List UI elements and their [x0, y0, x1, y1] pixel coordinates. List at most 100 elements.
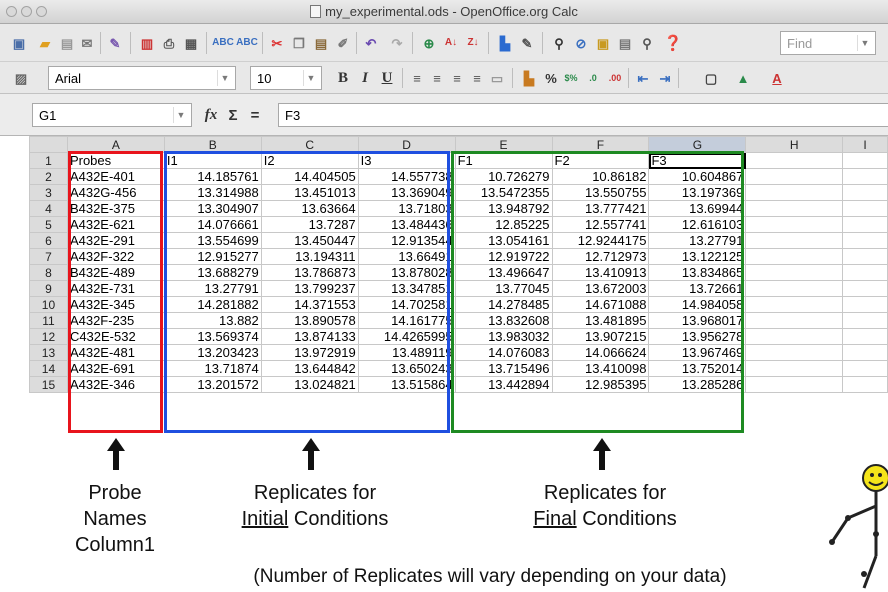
edit-file-icon[interactable]: ✎	[106, 34, 124, 52]
table-cell[interactable]: 13.197369	[648, 184, 747, 201]
table-cell[interactable]	[745, 328, 844, 345]
table-cell[interactable]: A432F-322	[66, 248, 165, 265]
table-cell[interactable]	[745, 344, 844, 361]
row-header[interactable]: 9	[29, 280, 68, 297]
paste-icon[interactable]: ▤	[312, 34, 330, 52]
table-cell[interactable]	[745, 296, 844, 313]
page-preview-icon[interactable]: ▦	[182, 34, 200, 52]
table-cell[interactable]: 13.72661	[648, 280, 747, 297]
undo-icon[interactable]: ↶	[362, 34, 380, 52]
table-cell[interactable]: 13.71874	[163, 360, 262, 377]
table-cell[interactable]: 13.882	[163, 312, 262, 329]
table-cell[interactable]: 13.956278	[648, 328, 747, 345]
table-cell[interactable]: 12.712973	[551, 248, 650, 265]
column-header-d[interactable]: D	[357, 136, 456, 153]
table-cell[interactable]: 13.285286	[648, 376, 747, 393]
row-header[interactable]: 6	[29, 232, 68, 249]
data-sources-icon[interactable]: ▤	[616, 34, 634, 52]
table-cell[interactable]: 14.4265995	[357, 328, 456, 345]
table-cell[interactable]	[842, 184, 888, 201]
row-header[interactable]: 15	[29, 376, 68, 393]
row-header[interactable]: 8	[29, 264, 68, 281]
table-cell[interactable]: 13.983032	[454, 328, 553, 345]
table-cell[interactable]: 13.69944	[648, 200, 747, 217]
table-cell[interactable]: 13.024821	[260, 376, 359, 393]
row-header[interactable]: 5	[29, 216, 68, 233]
table-cell[interactable]	[842, 280, 888, 297]
table-cell[interactable]: A432E-401	[66, 168, 165, 185]
row-header[interactable]: 7	[29, 248, 68, 265]
table-cell[interactable]: 13.878028	[357, 264, 456, 281]
navigator-icon[interactable]: ⊘	[572, 34, 590, 52]
standard-format-icon[interactable]: $%	[562, 69, 580, 87]
row-header[interactable]: 14	[29, 360, 68, 377]
table-cell[interactable]: A432E-291	[66, 232, 165, 249]
table-cell[interactable]: F1	[454, 152, 553, 169]
table-cell[interactable]: 14.984058	[648, 296, 747, 313]
find-dropdown-icon[interactable]: ▼	[857, 35, 872, 51]
table-cell[interactable]	[745, 184, 844, 201]
table-cell[interactable]: B432E-489	[66, 264, 165, 281]
table-cell[interactable]: 14.671088	[551, 296, 650, 313]
background-color-icon[interactable]: ▲	[734, 69, 752, 87]
table-cell[interactable]: 13.688279	[163, 264, 262, 281]
column-header-e[interactable]: E	[454, 136, 553, 153]
table-cell[interactable]: A432E-345	[66, 296, 165, 313]
table-cell[interactable]: 14.076083	[454, 344, 553, 361]
table-cell[interactable]: 14.185761	[163, 168, 262, 185]
find-replace-icon[interactable]: ⚲	[550, 34, 568, 52]
zoom-icon[interactable]: ⚲	[638, 34, 656, 52]
sum-button[interactable]: Σ	[224, 106, 242, 124]
table-cell[interactable]: 13.194311	[260, 248, 359, 265]
table-cell[interactable]: 13.27791	[648, 232, 747, 249]
table-cell[interactable]	[745, 200, 844, 217]
table-cell[interactable]: 13.650243	[357, 360, 456, 377]
gallery-icon[interactable]: ▣	[594, 34, 612, 52]
table-cell[interactable]: 12.919722	[454, 248, 553, 265]
name-box[interactable]: G1 ▼	[32, 103, 192, 127]
font-color-icon[interactable]: A	[768, 69, 786, 87]
table-cell[interactable]: 14.404505	[260, 168, 359, 185]
table-cell[interactable]: 13.451013	[260, 184, 359, 201]
export-pdf-icon[interactable]: ▥	[138, 34, 156, 52]
table-cell[interactable]: 13.442894	[454, 376, 553, 393]
table-cell[interactable]: 14.066624	[551, 344, 650, 361]
styles-formatting-icon[interactable]: ▨	[12, 69, 30, 87]
table-cell[interactable]: I3	[357, 152, 456, 169]
table-cell[interactable]: 13.554699	[163, 232, 262, 249]
table-cell[interactable]: 13.122125	[648, 248, 747, 265]
name-box-dropdown-icon[interactable]: ▼	[173, 107, 188, 123]
table-cell[interactable]: 13.203423	[163, 344, 262, 361]
percent-format-icon[interactable]: %	[542, 69, 560, 87]
font-size-box[interactable]: 10 ▼	[250, 66, 322, 90]
print-icon[interactable]: ⎙	[160, 34, 178, 52]
font-name-dropdown-icon[interactable]: ▼	[217, 70, 232, 86]
help-icon[interactable]: ❓	[664, 34, 683, 52]
table-cell[interactable]: 13.450447	[260, 232, 359, 249]
table-cell[interactable]	[745, 248, 844, 265]
font-size-dropdown-icon[interactable]: ▼	[303, 70, 318, 86]
table-cell[interactable]: 13.201572	[163, 376, 262, 393]
table-cell[interactable]: 13.644842	[260, 360, 359, 377]
corner-select-all[interactable]	[29, 136, 68, 153]
table-cell[interactable]: 14.076661	[163, 216, 262, 233]
table-cell[interactable]: Probes	[66, 152, 165, 169]
column-header-a[interactable]: A	[66, 136, 165, 153]
table-cell[interactable]: 14.161775	[357, 312, 456, 329]
email-icon[interactable]: ✉	[78, 34, 96, 52]
table-cell[interactable]: 12.9244175	[551, 232, 650, 249]
table-cell[interactable]	[842, 344, 888, 361]
row-header[interactable]: 1	[29, 152, 68, 169]
table-cell[interactable]: 13.347851	[357, 280, 456, 297]
table-cell[interactable]: 12.616103	[648, 216, 747, 233]
table-cell[interactable]	[842, 152, 888, 169]
draw-functions-icon[interactable]: ✎	[518, 34, 536, 52]
borders-icon[interactable]: ▢	[702, 69, 720, 87]
row-header[interactable]: 11	[29, 312, 68, 329]
table-cell[interactable]: 13.27791	[163, 280, 262, 297]
table-cell[interactable]	[745, 232, 844, 249]
hyperlink-icon[interactable]: ⊕	[420, 34, 438, 52]
align-left-icon[interactable]: ≡	[408, 69, 426, 87]
column-header-b[interactable]: B	[163, 136, 262, 153]
formula-input[interactable]: F3	[278, 103, 888, 127]
